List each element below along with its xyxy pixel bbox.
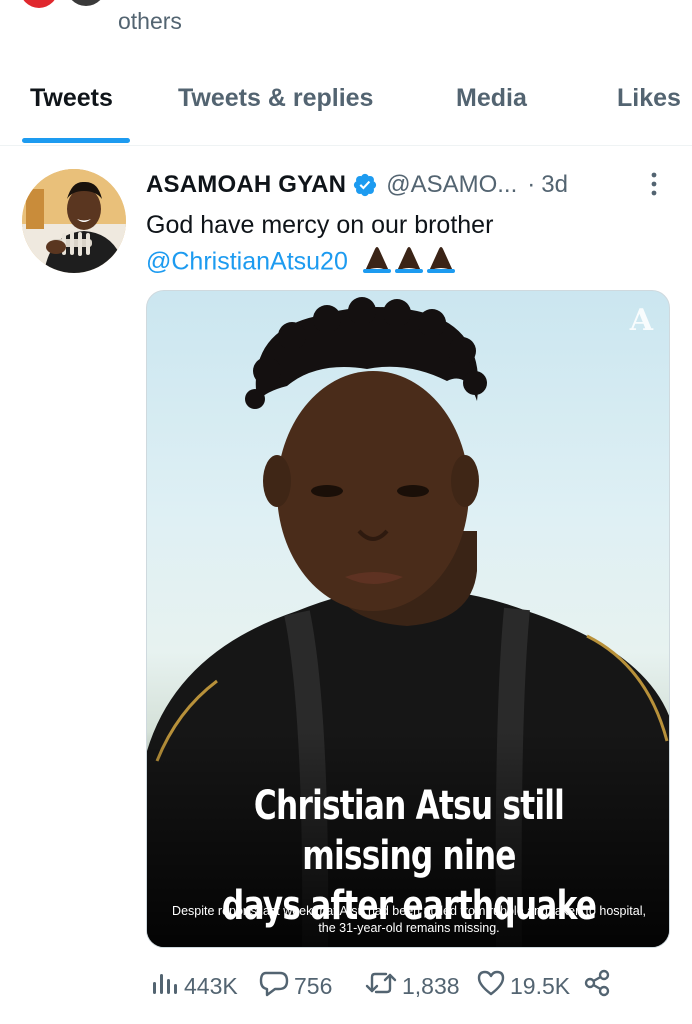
retweet-count: 1,838 [402, 972, 460, 999]
tweet-media-image[interactable]: A Christian Atsu still missing nine days… [146, 290, 670, 948]
tab-media[interactable]: Media [456, 84, 527, 113]
reply-count: 756 [294, 972, 333, 999]
retweet-button[interactable]: 1,838 [364, 969, 460, 1003]
views-count: 443K [184, 972, 238, 999]
followers-others-text[interactable]: others [118, 8, 182, 35]
praying-hands-emoji: 🙏🏿🙏🏿🙏🏿 [361, 243, 461, 283]
tweet-text: God have mercy on our brother @Christian… [146, 207, 666, 283]
tab-likes[interactable]: Likes [617, 84, 681, 113]
publisher-watermark: A [629, 303, 653, 338]
tweet-actions: 443K 756 1,838 19.5K [146, 969, 686, 1003]
media-subheadline: Despite reports last week that Atsu had … [157, 903, 661, 937]
views-icon [150, 970, 184, 1002]
verified-badge-icon [352, 172, 378, 198]
reply-icon [258, 969, 294, 1003]
heart-icon [476, 969, 510, 1003]
active-tab-indicator [22, 138, 130, 143]
media-headline-line: Christian Atsu still missing nine [253, 783, 565, 879]
share-button[interactable] [582, 969, 616, 1003]
followers-strip: others [0, 0, 692, 60]
views-button[interactable]: 443K [150, 969, 238, 1003]
tweet[interactable]: ASAMOAH GYAN @ASAMO... · 3d God have mer… [0, 147, 692, 1024]
header-separator: · [527, 171, 536, 198]
follower-avatars[interactable] [20, 0, 106, 8]
follower-avatar [66, 0, 106, 6]
mention-link[interactable]: @ChristianAtsu20 [146, 248, 348, 276]
tweet-header: ASAMOAH GYAN @ASAMO... · 3d [146, 169, 568, 201]
tweet-text-line: God have mercy on our brother [146, 211, 494, 239]
media-subheadline-line: the 31-year-old remains missing. [318, 921, 500, 935]
reply-button[interactable]: 756 [258, 969, 332, 1003]
retweet-icon [364, 969, 402, 1003]
author-handle[interactable]: @ASAMO... [386, 171, 517, 199]
share-icon [582, 968, 616, 1004]
tab-tweets[interactable]: Tweets [30, 84, 113, 113]
follower-avatar [20, 0, 58, 8]
author-name[interactable]: ASAMOAH GYAN [146, 171, 346, 199]
tab-tweets-and-replies[interactable]: Tweets & replies [178, 84, 373, 113]
more-options-icon[interactable] [644, 169, 664, 199]
like-button[interactable]: 19.5K [476, 969, 570, 1003]
profile-tabs: Tweets Tweets & replies Media Likes [0, 70, 692, 146]
svg-text:🙏🏿🙏🏿🙏🏿: 🙏🏿🙏🏿🙏🏿 [361, 243, 365, 244]
tweet-timestamp[interactable]: 3d [541, 171, 568, 199]
author-avatar[interactable] [22, 169, 126, 273]
like-count: 19.5K [510, 972, 571, 999]
media-subheadline-line: Despite reports last week that Atsu had … [172, 904, 646, 918]
